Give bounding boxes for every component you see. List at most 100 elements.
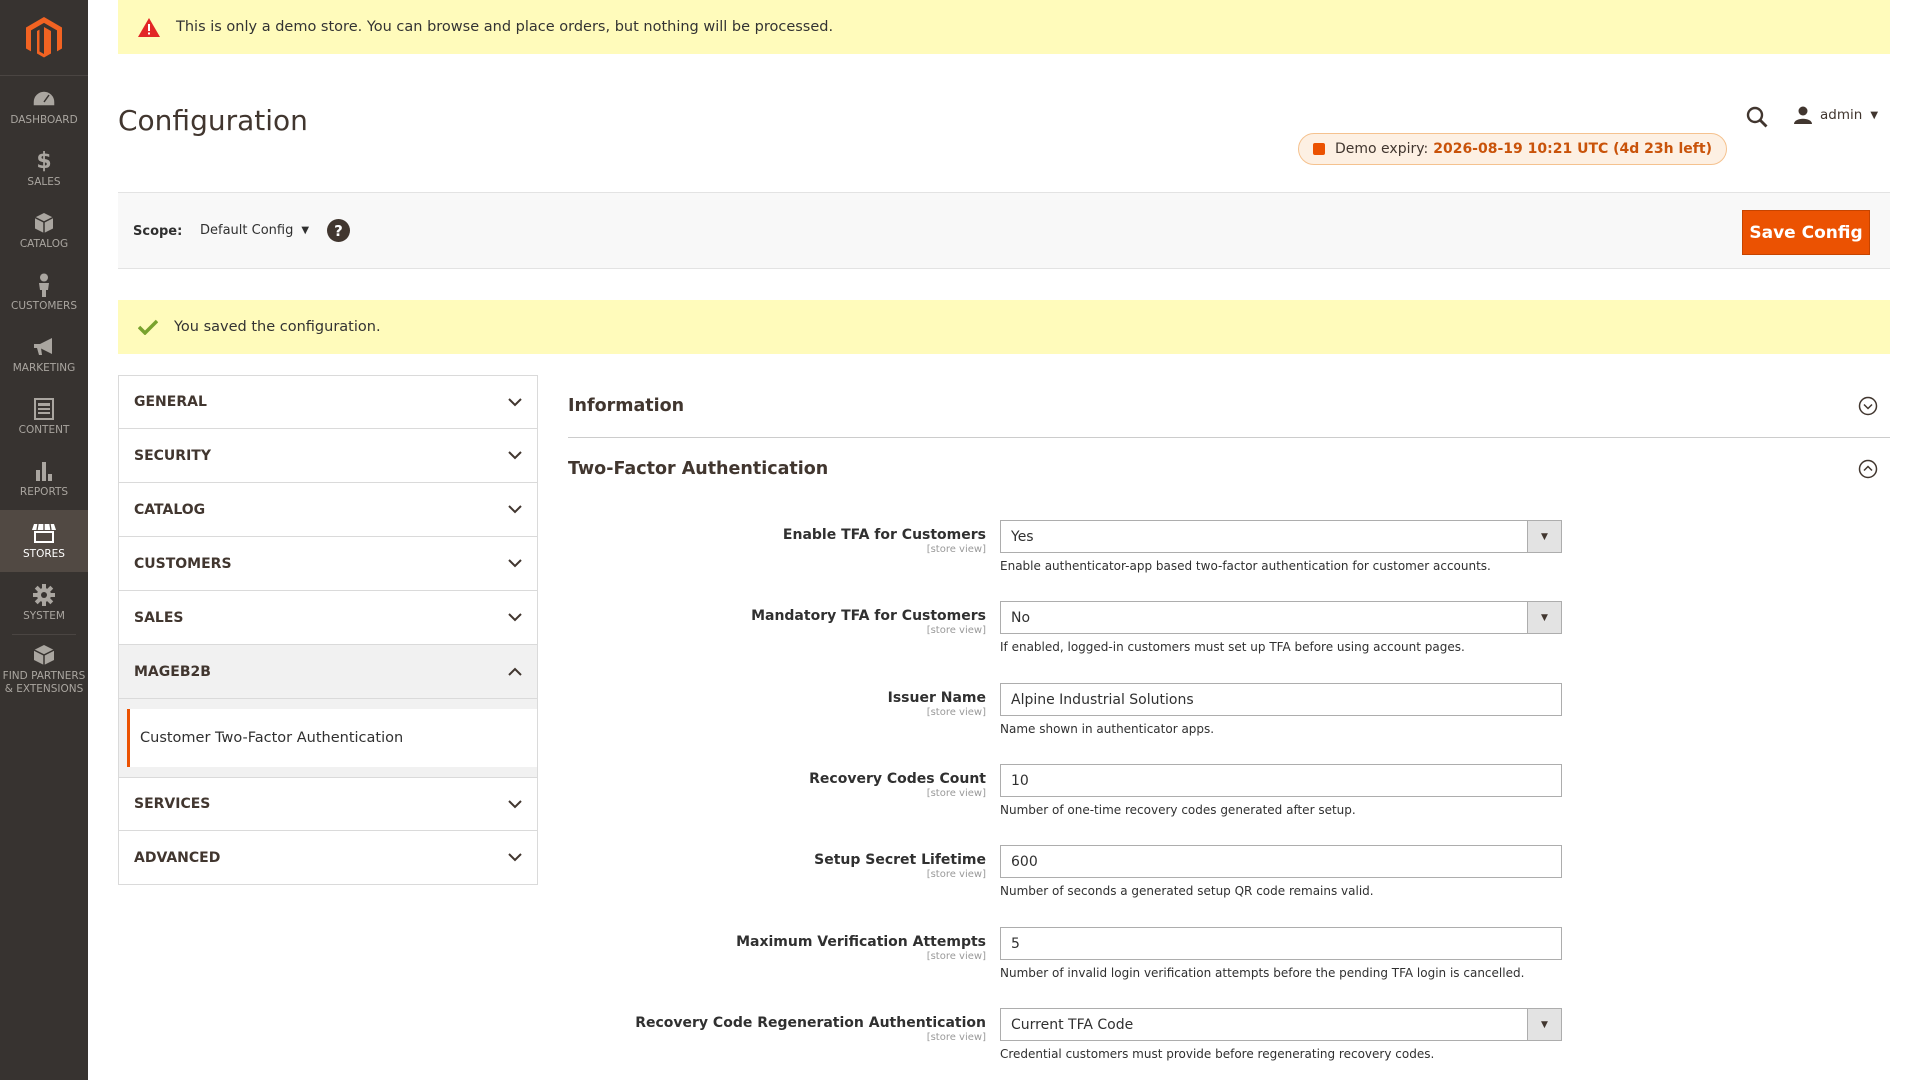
scope-switcher[interactable]: Default Config ▼ bbox=[200, 223, 309, 238]
tab-label: SERVICES bbox=[134, 796, 211, 812]
nav-label: DASHBOARD bbox=[10, 114, 78, 126]
field-scope: [store view] bbox=[926, 788, 986, 799]
demo-notice: This is only a demo store. You can brows… bbox=[118, 0, 1890, 54]
chevron-down-icon bbox=[508, 505, 522, 514]
chevron-down-icon bbox=[508, 397, 522, 407]
scope-value: Default Config bbox=[200, 223, 294, 238]
main-content: This is only a demo store. You can brows… bbox=[118, 0, 1890, 1080]
enable-tfa-select[interactable]: Yes ▼ bbox=[1000, 520, 1562, 553]
field-label: Recovery Codes Count bbox=[809, 771, 986, 787]
field-note: Number of seconds a generated setup QR c… bbox=[1000, 884, 1374, 898]
recovery-regeneration-auth-select[interactable]: Current TFA Code ▼ bbox=[1000, 1008, 1562, 1041]
tab-label: MAGEB2B bbox=[134, 663, 211, 680]
max-verification-attempts-input[interactable]: 5 bbox=[1000, 927, 1562, 960]
nav-catalog[interactable]: CATALOG bbox=[0, 200, 88, 262]
tab-label: SALES bbox=[134, 609, 184, 626]
tab-general[interactable]: GENERAL bbox=[118, 375, 538, 429]
content-layout-icon bbox=[34, 397, 54, 421]
demo-notice-text: This is only a demo store. You can brows… bbox=[176, 19, 834, 35]
tab-security[interactable]: SECURITY bbox=[118, 429, 538, 483]
tab-label: CATALOG bbox=[134, 501, 206, 518]
field-note: Name shown in authenticator apps. bbox=[1000, 722, 1215, 736]
nav-label: CONTENT bbox=[18, 424, 70, 436]
help-icon[interactable]: ? bbox=[327, 219, 350, 242]
admin-username: admin bbox=[1820, 107, 1863, 123]
dashboard-icon bbox=[32, 87, 56, 111]
chevron-up-icon bbox=[508, 667, 522, 676]
field-note: Number of invalid login verification att… bbox=[1000, 966, 1525, 980]
issuer-name-input[interactable]: Alpine Industrial Solutions bbox=[1000, 683, 1562, 716]
tab-advanced[interactable]: ADVANCED bbox=[118, 831, 538, 885]
save-config-button[interactable]: Save Config bbox=[1742, 210, 1870, 255]
field-note: Number of one-time recovery codes genera… bbox=[1000, 803, 1356, 817]
nav-sales[interactable]: $ SALES bbox=[0, 138, 88, 200]
expiry-value: 2026-08-19 10:21 UTC (4d 23h left) bbox=[1433, 141, 1712, 157]
field-note: If enabled, logged-in customers must set… bbox=[1000, 640, 1465, 654]
section-title: Information bbox=[568, 396, 685, 416]
tab-catalog[interactable]: CATALOG bbox=[118, 483, 538, 537]
admin-user-menu[interactable]: admin ▼ bbox=[1794, 106, 1878, 124]
magento-logo[interactable] bbox=[0, 0, 88, 76]
chevron-down-icon bbox=[508, 613, 522, 622]
collapse-circle-icon bbox=[1858, 459, 1878, 479]
field-scope: [store view] bbox=[926, 707, 986, 718]
tab-mageb2b[interactable]: MAGEB2B bbox=[118, 645, 538, 699]
nav-label: SYSTEM bbox=[23, 610, 65, 622]
catalog-box-icon bbox=[34, 211, 54, 235]
setup-secret-lifetime-input[interactable]: 600 bbox=[1000, 845, 1562, 878]
customer-person-icon bbox=[36, 273, 52, 297]
section-title: Two-Factor Authentication bbox=[568, 459, 829, 479]
caret-down-icon: ▼ bbox=[1870, 109, 1879, 121]
admin-sidebar: DASHBOARD $ SALES CATALOG CUSTOMERS MARK… bbox=[0, 0, 88, 1080]
field-label: Enable TFA for Customers bbox=[782, 527, 986, 543]
tab-label: ADVANCED bbox=[134, 849, 221, 866]
tab-label: CUSTOMERS bbox=[134, 555, 232, 572]
nav-find-partners[interactable]: FIND PARTNERS & EXTENSIONS bbox=[0, 635, 88, 703]
section-tfa-header[interactable]: Two-Factor Authentication bbox=[568, 438, 1890, 500]
select-value: No bbox=[1011, 609, 1031, 626]
expiry-prefix: Demo expiry: bbox=[1335, 141, 1429, 157]
tab-label: SECURITY bbox=[134, 447, 211, 464]
nav-system[interactable]: SYSTEM bbox=[0, 572, 88, 634]
success-message: You saved the configuration. bbox=[118, 300, 1890, 354]
nav-content[interactable]: CONTENT bbox=[0, 386, 88, 448]
caret-down-icon: ▼ bbox=[301, 225, 310, 236]
search-icon[interactable] bbox=[1746, 106, 1768, 132]
checkmark-icon bbox=[138, 319, 158, 335]
section-information-header[interactable]: Information bbox=[568, 375, 1890, 437]
nav-label: MARKETING bbox=[12, 362, 76, 374]
page-title: Configuration bbox=[118, 104, 308, 137]
demo-expiry-badge: Demo expiry: 2026-08-19 10:21 UTC (4d 23… bbox=[1298, 133, 1727, 165]
chevron-down-icon bbox=[508, 559, 522, 568]
select-arrow-icon: ▼ bbox=[1527, 1009, 1561, 1040]
tab-customers[interactable]: CUSTOMERS bbox=[118, 537, 538, 591]
nav-dashboard[interactable]: DASHBOARD bbox=[0, 76, 88, 138]
field-label: Setup Secret Lifetime bbox=[814, 852, 986, 868]
nav-label: REPORTS bbox=[19, 486, 69, 498]
tab-services[interactable]: SERVICES bbox=[118, 777, 538, 831]
nav-customers[interactable]: CUSTOMERS bbox=[0, 262, 88, 324]
select-arrow-icon: ▼ bbox=[1527, 521, 1561, 552]
nav-reports[interactable]: REPORTS bbox=[0, 448, 88, 510]
user-icon bbox=[1794, 106, 1812, 124]
field-label: Issuer Name bbox=[887, 690, 986, 706]
tab-sales[interactable]: SALES bbox=[118, 591, 538, 645]
warning-icon bbox=[138, 17, 160, 37]
mandatory-tfa-select[interactable]: No ▼ bbox=[1000, 601, 1562, 634]
field-scope: [store view] bbox=[926, 1032, 986, 1043]
dollar-icon: $ bbox=[36, 148, 52, 174]
nav-label: SALES bbox=[27, 176, 61, 188]
field-label: Maximum Verification Attempts bbox=[736, 934, 986, 950]
tab-mageb2b-items: Customer Two-Factor Authentication bbox=[118, 699, 538, 777]
nav-stores[interactable]: STORES bbox=[0, 510, 88, 572]
recovery-codes-count-input[interactable]: 10 bbox=[1000, 764, 1562, 797]
select-value: Yes bbox=[1011, 528, 1034, 545]
nav-marketing[interactable]: MARKETING bbox=[0, 324, 88, 386]
tab-item-customer-tfa[interactable]: Customer Two-Factor Authentication bbox=[127, 709, 537, 767]
bar-chart-icon bbox=[34, 459, 54, 483]
select-value: Current TFA Code bbox=[1011, 1016, 1134, 1033]
extensions-box-icon bbox=[33, 643, 55, 667]
scope-bar: Scope: Default Config ▼ ? Save Config bbox=[118, 192, 1890, 269]
field-label: Recovery Code Regeneration Authenticatio… bbox=[635, 1015, 986, 1031]
field-scope: [store view] bbox=[926, 869, 986, 880]
